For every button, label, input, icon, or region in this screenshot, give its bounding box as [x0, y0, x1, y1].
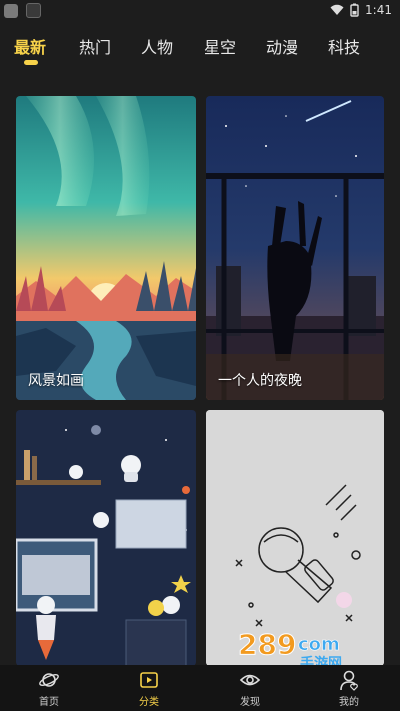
bottom-navigation: 首页 分类 发现 我的: [0, 665, 400, 711]
astronaut-room-wallpaper-image: [16, 410, 196, 666]
card-title: 一个人的夜晚: [218, 373, 302, 389]
watermark-domain: com: [298, 634, 340, 655]
battery-icon: [350, 3, 359, 17]
notification-icon: [4, 3, 18, 18]
nav-category[interactable]: 分类: [119, 669, 179, 708]
eye-icon: [239, 674, 261, 686]
user-heart-icon: [340, 670, 358, 691]
wifi-icon: [330, 4, 344, 15]
wallpaper-card-landscape[interactable]: 风景如画: [16, 96, 196, 400]
nav-label: 分类: [139, 697, 159, 708]
watermark-brand: 289: [238, 628, 296, 661]
play-folder-icon: [140, 672, 158, 688]
tab-starry-sky[interactable]: 星空: [204, 34, 236, 58]
category-tabs: 最新 热门 人物 星空 动漫 科技: [0, 30, 400, 74]
nav-label: 发现: [240, 697, 260, 708]
card-title: 风景如画: [28, 373, 84, 389]
nav-label: 我的: [339, 697, 359, 708]
tab-anime[interactable]: 动漫: [266, 34, 298, 58]
wallpaper-card-astronaut-room[interactable]: [16, 410, 196, 666]
nav-home[interactable]: 首页: [19, 669, 79, 708]
planet-icon: [39, 673, 59, 687]
app-notification-icon: [26, 3, 41, 18]
nav-discover[interactable]: 发现: [220, 669, 280, 708]
status-bar: 1:41: [0, 0, 400, 24]
night-window-wallpaper-image: [206, 96, 384, 400]
tab-technology[interactable]: 科技: [328, 34, 360, 58]
tab-popular[interactable]: 热门: [79, 34, 111, 58]
landscape-wallpaper-image: [16, 96, 196, 400]
status-time: 1:41: [365, 3, 392, 17]
nav-label: 首页: [39, 697, 59, 708]
nav-profile[interactable]: 我的: [319, 669, 379, 708]
tab-people[interactable]: 人物: [141, 34, 173, 58]
tab-latest[interactable]: 最新: [14, 34, 46, 58]
wallpaper-card-night[interactable]: 一个人的夜晚: [206, 96, 384, 400]
active-tab-indicator: [24, 60, 38, 65]
site-watermark-logo: 289 com 手游网: [238, 628, 378, 673]
